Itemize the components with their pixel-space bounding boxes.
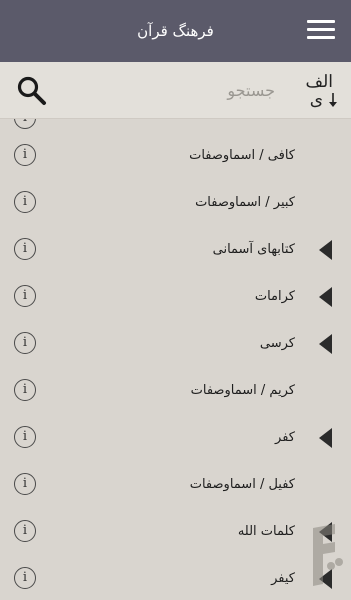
list-item-label: کبیر / اسماوصفات bbox=[195, 195, 295, 210]
list-item-label: کافی / اسماوصفات bbox=[189, 148, 295, 163]
list-item-label: کلمات الله bbox=[237, 524, 295, 539]
info-icon[interactable]: i bbox=[14, 426, 36, 448]
sort-down-arrow-icon bbox=[329, 93, 337, 107]
list-item[interactable]: i کبیر / اسماوصفات bbox=[0, 179, 351, 226]
list-item[interactable]: i کفیل / اسماوصفات bbox=[0, 461, 351, 508]
info-icon[interactable]: i bbox=[14, 119, 36, 129]
search-icon[interactable] bbox=[16, 75, 48, 107]
store-watermark-logo bbox=[313, 524, 343, 586]
list-item[interactable]: i کرامات bbox=[0, 273, 351, 320]
info-icon[interactable]: i bbox=[14, 567, 36, 589]
list-item-label: کرامات bbox=[254, 289, 295, 304]
expand-arrow-icon[interactable] bbox=[319, 240, 332, 260]
menu-icon[interactable] bbox=[307, 20, 337, 42]
menu-icon-bar-top bbox=[307, 20, 335, 23]
info-icon[interactable]: i bbox=[14, 238, 36, 260]
list-item-label: کیفر bbox=[271, 571, 295, 586]
info-icon[interactable]: i bbox=[14, 285, 36, 307]
list-item[interactable]: i کرسی bbox=[0, 320, 351, 367]
info-icon[interactable]: i bbox=[14, 473, 36, 495]
menu-icon-bar-bottom bbox=[307, 36, 335, 39]
list-item-label: کفیل / اسماوصفات bbox=[189, 477, 295, 492]
search-bar: الف ی bbox=[0, 62, 351, 119]
list-item-label: کتابهای آسمانی bbox=[212, 242, 295, 257]
list-item-label: کفر bbox=[275, 430, 295, 445]
app-title: فرهنگ قرآن bbox=[137, 22, 214, 40]
search-input[interactable] bbox=[123, 74, 277, 106]
app-bar: فرهنگ قرآن bbox=[0, 0, 351, 62]
info-icon[interactable]: i bbox=[14, 144, 36, 166]
list-item[interactable]: i کیفر bbox=[0, 555, 351, 600]
term-list: i i کافی / اسماوصفات i کبیر / اسماوصفات … bbox=[0, 119, 351, 600]
expand-arrow-icon[interactable] bbox=[319, 334, 332, 354]
list-item[interactable]: i کتابهای آسمانی bbox=[0, 226, 351, 273]
list-item[interactable]: i کافی / اسماوصفات bbox=[0, 132, 351, 179]
info-icon[interactable]: i bbox=[14, 379, 36, 401]
sort-label-bottom: ی bbox=[309, 90, 323, 110]
list-item-label: کریم / اسماوصفات bbox=[190, 383, 295, 398]
list-item[interactable]: i کفر bbox=[0, 414, 351, 461]
list-item[interactable]: i کریم / اسماوصفات bbox=[0, 367, 351, 414]
info-icon[interactable]: i bbox=[14, 520, 36, 542]
info-icon[interactable]: i bbox=[14, 332, 36, 354]
info-icon[interactable]: i bbox=[14, 191, 36, 213]
sort-alpha-button[interactable]: الف ی bbox=[299, 72, 339, 112]
sort-label-top: الف bbox=[305, 72, 333, 92]
expand-arrow-icon[interactable] bbox=[319, 428, 332, 448]
list-item[interactable]: i کلمات الله bbox=[0, 508, 351, 555]
expand-arrow-icon[interactable] bbox=[319, 287, 332, 307]
menu-icon-bar-middle bbox=[307, 28, 335, 31]
list-item-label: کرسی bbox=[259, 336, 295, 351]
